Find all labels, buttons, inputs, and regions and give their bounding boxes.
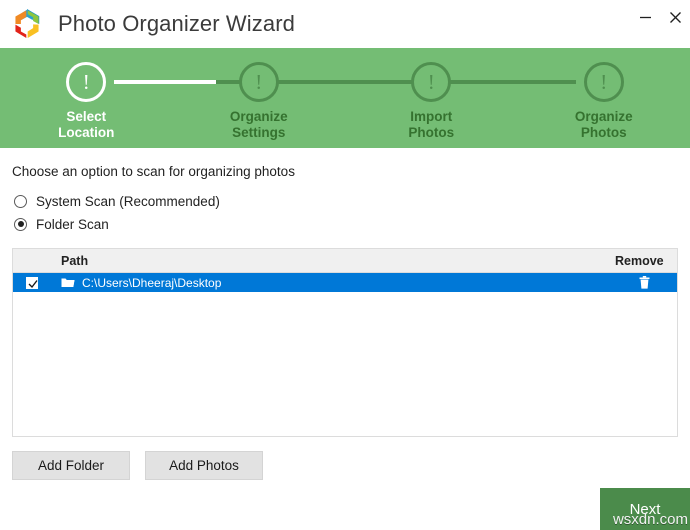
radio-button-icon bbox=[14, 218, 27, 231]
step-label-import-photos: Import Photos bbox=[408, 109, 454, 141]
radio-folder-scan[interactable]: Folder Scan bbox=[14, 214, 680, 234]
step-label-line1: Organize bbox=[575, 109, 633, 124]
window-controls bbox=[630, 0, 690, 34]
stepper-steps: ! Select Location ! Organize Settings ! … bbox=[0, 48, 690, 141]
step-import-photos[interactable]: ! Import Photos bbox=[345, 48, 518, 141]
row-path-cell: C:\Users\Dheeraj\Desktop bbox=[51, 276, 615, 290]
window-title: Photo Organizer Wizard bbox=[58, 11, 295, 37]
folder-path-table: Path Remove C:\Users\Dheeraj bbox=[12, 248, 678, 437]
step-marker-icon: ! bbox=[66, 62, 106, 102]
step-marker-icon: ! bbox=[411, 62, 451, 102]
radio-label-folder-scan: Folder Scan bbox=[36, 217, 109, 232]
step-marker-icon: ! bbox=[584, 62, 624, 102]
row-checkbox-cell[interactable] bbox=[13, 277, 51, 289]
radio-label-system-scan: System Scan (Recommended) bbox=[36, 194, 220, 209]
table-header: Path Remove bbox=[13, 249, 677, 273]
row-path-text: C:\Users\Dheeraj\Desktop bbox=[82, 276, 221, 290]
scan-option-group: System Scan (Recommended) Folder Scan bbox=[14, 191, 680, 234]
step-label-line2: Photos bbox=[408, 125, 454, 140]
app-logo-icon bbox=[10, 7, 44, 41]
step-label-line1: Select bbox=[66, 109, 106, 124]
step-label-line2: Photos bbox=[581, 125, 627, 140]
step-organize-settings[interactable]: ! Organize Settings bbox=[173, 48, 346, 141]
step-label-line2: Settings bbox=[232, 125, 285, 140]
next-button[interactable]: Next bbox=[600, 488, 690, 530]
step-organize-photos[interactable]: ! Organize Photos bbox=[518, 48, 690, 141]
wizard-stepper: ! Select Location ! Organize Settings ! … bbox=[0, 48, 690, 148]
table-row[interactable]: C:\Users\Dheeraj\Desktop bbox=[13, 273, 677, 292]
step-label-line1: Import bbox=[410, 109, 452, 124]
trash-icon[interactable] bbox=[639, 276, 650, 289]
step-label-organize-settings: Organize Settings bbox=[230, 109, 288, 141]
title-bar: Photo Organizer Wizard bbox=[0, 0, 690, 48]
photo-organizer-window: Photo Organizer Wizard ! Select Location bbox=[0, 0, 690, 530]
add-folder-button[interactable]: Add Folder bbox=[12, 451, 130, 480]
checkbox-icon[interactable] bbox=[26, 277, 38, 289]
table-action-buttons: Add Folder Add Photos bbox=[12, 451, 678, 480]
step-label-organize-photos: Organize Photos bbox=[575, 109, 633, 141]
radio-button-icon bbox=[14, 195, 27, 208]
row-remove-cell[interactable] bbox=[615, 276, 677, 289]
minimize-icon[interactable] bbox=[630, 2, 660, 32]
step-label-line2: Location bbox=[58, 125, 114, 140]
table-header-remove: Remove bbox=[615, 254, 677, 268]
folder-icon bbox=[61, 277, 75, 288]
step-marker-icon: ! bbox=[239, 62, 279, 102]
step-label-select-location: Select Location bbox=[58, 109, 114, 141]
step-label-line1: Organize bbox=[230, 109, 288, 124]
step-select-location[interactable]: ! Select Location bbox=[0, 48, 173, 141]
close-icon[interactable] bbox=[660, 2, 690, 32]
add-photos-button[interactable]: Add Photos bbox=[145, 451, 263, 480]
table-header-path: Path bbox=[51, 254, 615, 268]
radio-system-scan[interactable]: System Scan (Recommended) bbox=[14, 191, 680, 211]
scan-prompt-text: Choose an option to scan for organizing … bbox=[12, 164, 680, 179]
main-content: Choose an option to scan for organizing … bbox=[0, 164, 690, 480]
